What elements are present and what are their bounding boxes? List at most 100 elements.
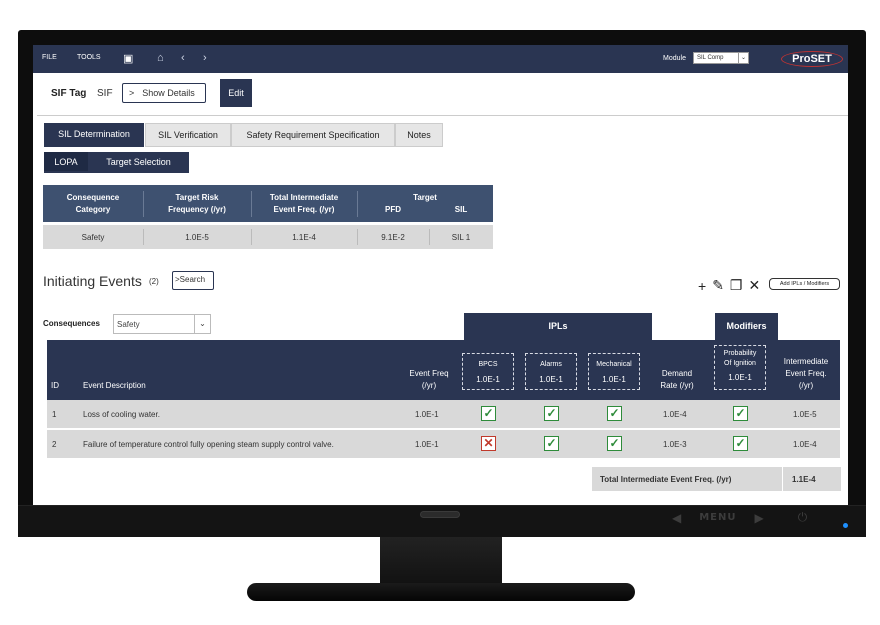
consequences-select-value: Safety — [117, 320, 140, 329]
modifier-ignition-header[interactable]: Probability Of Ignition 1.0E-1 — [714, 345, 766, 390]
cell-event-freq: 1.0E-1 — [415, 410, 439, 419]
ignition-check-icon[interactable]: ✓ — [733, 436, 748, 451]
cell-description: Loss of cooling water. — [83, 410, 160, 419]
initiating-events-title: Initiating Events — [43, 273, 142, 289]
show-details-button[interactable]: > Show Details — [122, 83, 206, 103]
table-row[interactable]: 1 Loss of cooling water. 1.0E-1 ✓ ✓ ✓ 1.… — [47, 400, 840, 428]
total-value: 1.1E-4 — [792, 475, 816, 484]
header-event-description: Event Description — [83, 381, 146, 390]
total-intermediate-box: Total Intermediate Event Freq. (/yr) 1.1… — [592, 467, 841, 491]
tab-sil-determination[interactable]: SIL Determination — [44, 123, 144, 147]
tab-sil-verification[interactable]: SIL Verification — [145, 123, 231, 147]
mechanical-check-icon[interactable]: ✓ — [607, 406, 622, 421]
header-line: Event Freq — [409, 369, 449, 378]
header-line: (/yr) — [421, 381, 437, 390]
subtab-lopa[interactable]: LOPA — [44, 152, 88, 173]
cell-sil: SIL 1 — [451, 233, 471, 242]
table-row[interactable]: 2 Failure of temperature control fully o… — [47, 430, 840, 458]
save-icon[interactable]: ▣ — [123, 52, 133, 65]
chevron-down-icon: ⌄ — [194, 315, 210, 333]
stage: ◀ MENU ▶ ⏻ FILE TOOLS ▣ ⌂ ‹ › Module SIL… — [0, 0, 880, 625]
tab-safety-requirement-specification[interactable]: Safety Requirement Specification — [231, 123, 395, 147]
header-sil: SIL — [454, 205, 468, 214]
chevron-down-icon: ⌄ — [738, 53, 748, 63]
alarms-check-icon[interactable]: ✓ — [544, 406, 559, 421]
cell-intermediate-freq: 1.0E-5 — [793, 410, 817, 419]
header-target-risk: Target Risk Frequency (/yr) — [143, 192, 251, 216]
header-event-freq: Event Freq (/yr) — [399, 368, 459, 392]
search-label: Search — [179, 275, 206, 284]
ipl-alarms-header[interactable]: Alarms 1.0E-1 — [525, 353, 577, 390]
left-arrow-icon[interactable]: ◀ — [672, 511, 681, 525]
power-icon[interactable]: ⏻ — [798, 510, 808, 525]
ipl-bpcs-header[interactable]: BPCS 1.0E-1 — [462, 353, 514, 390]
cell-tief: 1.1E-4 — [292, 233, 316, 242]
cell-event-freq: 1.0E-1 — [415, 440, 439, 449]
edit-icon[interactable]: ✎ — [712, 277, 724, 294]
consequence-table-header: Consequence Category Target Risk Frequen… — [43, 185, 493, 222]
ipl-name: Mechanical — [596, 361, 632, 368]
header-line: Rate (/yr) — [660, 381, 694, 390]
header-line: Frequency (/yr) — [168, 205, 226, 214]
modifier-name-line1: Probability — [723, 350, 757, 357]
proset-logo: ProSET — [781, 51, 843, 67]
header-line: Event Freq. — [785, 369, 827, 378]
cell-demand-rate: 1.0E-4 — [663, 410, 687, 419]
ignition-check-icon[interactable]: ✓ — [733, 406, 748, 421]
column-divider — [782, 467, 783, 491]
monitor-menu-button[interactable]: MENU — [699, 512, 736, 523]
monitor-controls: ◀ MENU ▶ ⏻ — [672, 510, 807, 525]
monitor-logo — [420, 511, 460, 518]
module-label: Module — [663, 55, 686, 62]
ipl-pfd: 1.0E-1 — [539, 375, 563, 384]
menu-file[interactable]: FILE — [42, 54, 57, 61]
cell-intermediate-freq: 1.0E-4 — [793, 440, 817, 449]
header-line: Target Risk — [175, 193, 219, 202]
home-icon[interactable]: ⌂ — [157, 52, 164, 64]
delete-icon[interactable]: ✕ — [748, 277, 760, 294]
sif-tag-label: SIF Tag — [51, 88, 87, 99]
consequences-select[interactable]: Safety ⌄ — [113, 314, 211, 334]
cell-demand-rate: 1.0E-3 — [663, 440, 687, 449]
header-total-intermediate: Total Intermediate Event Freq. (/yr) — [251, 192, 357, 216]
module-select-value: SIL Comp — [697, 55, 724, 61]
bpcs-check-icon[interactable]: ✓ — [481, 406, 496, 421]
tab-notes[interactable]: Notes — [395, 123, 443, 147]
header-line: Demand — [661, 369, 693, 378]
forward-icon[interactable]: › — [203, 52, 207, 64]
alarms-check-icon[interactable]: ✓ — [544, 436, 559, 451]
search-button[interactable]: >Search — [172, 271, 214, 290]
row-actions: + ✎ ❐ ✕ — [698, 277, 760, 294]
right-arrow-icon[interactable]: ▶ — [755, 511, 764, 525]
menu-tools[interactable]: TOOLS — [77, 54, 101, 61]
add-icon[interactable]: + — [698, 278, 706, 294]
modifier-name-line2: Of Ignition — [724, 360, 756, 367]
mechanical-check-icon[interactable]: ✓ — [607, 436, 622, 451]
header-line: Intermediate — [783, 357, 829, 366]
add-ipls-modifiers-button[interactable]: Add IPLs / Modifiers — [769, 278, 840, 290]
header-pfd: PFD — [385, 205, 401, 214]
header-line: Consequence — [66, 193, 120, 202]
back-icon[interactable]: ‹ — [181, 52, 185, 64]
header-target: Target — [413, 193, 437, 202]
edit-button[interactable]: Edit — [220, 79, 252, 107]
header-intermediate-freq: Intermediate Event Freq. (/yr) — [773, 356, 839, 392]
header-line: Total Intermediate — [269, 193, 339, 202]
bpcs-cross-icon[interactable]: ✕ — [481, 436, 496, 451]
monitor-neck — [380, 537, 502, 587]
top-bar: FILE TOOLS ▣ ⌂ ‹ › Module SIL Comp ⌄ Pro… — [33, 45, 848, 73]
module-select[interactable]: SIL Comp ⌄ — [693, 52, 749, 64]
cell-pfd: 9.1E-2 — [381, 233, 405, 242]
table-row: Safety 1.0E-5 1.1E-4 9.1E-2 SIL 1 — [43, 225, 493, 249]
events-table-header: ID Event Description Event Freq (/yr) BP… — [47, 340, 840, 400]
ipl-mechanical-header[interactable]: Mechanical 1.0E-1 — [588, 353, 640, 390]
subtab-target-selection[interactable]: Target Selection — [88, 152, 189, 173]
modifiers-group-header: Modifiers — [715, 313, 778, 340]
consequences-label: Consequences — [43, 319, 100, 328]
cell-risk: 1.0E-5 — [185, 233, 209, 242]
copy-icon[interactable]: ❐ — [730, 277, 743, 294]
cell-id: 2 — [52, 440, 57, 449]
cell-description: Failure of temperature control fully ope… — [83, 440, 334, 449]
ipl-pfd: 1.0E-1 — [476, 375, 500, 384]
cell-category: Safety — [81, 233, 105, 242]
